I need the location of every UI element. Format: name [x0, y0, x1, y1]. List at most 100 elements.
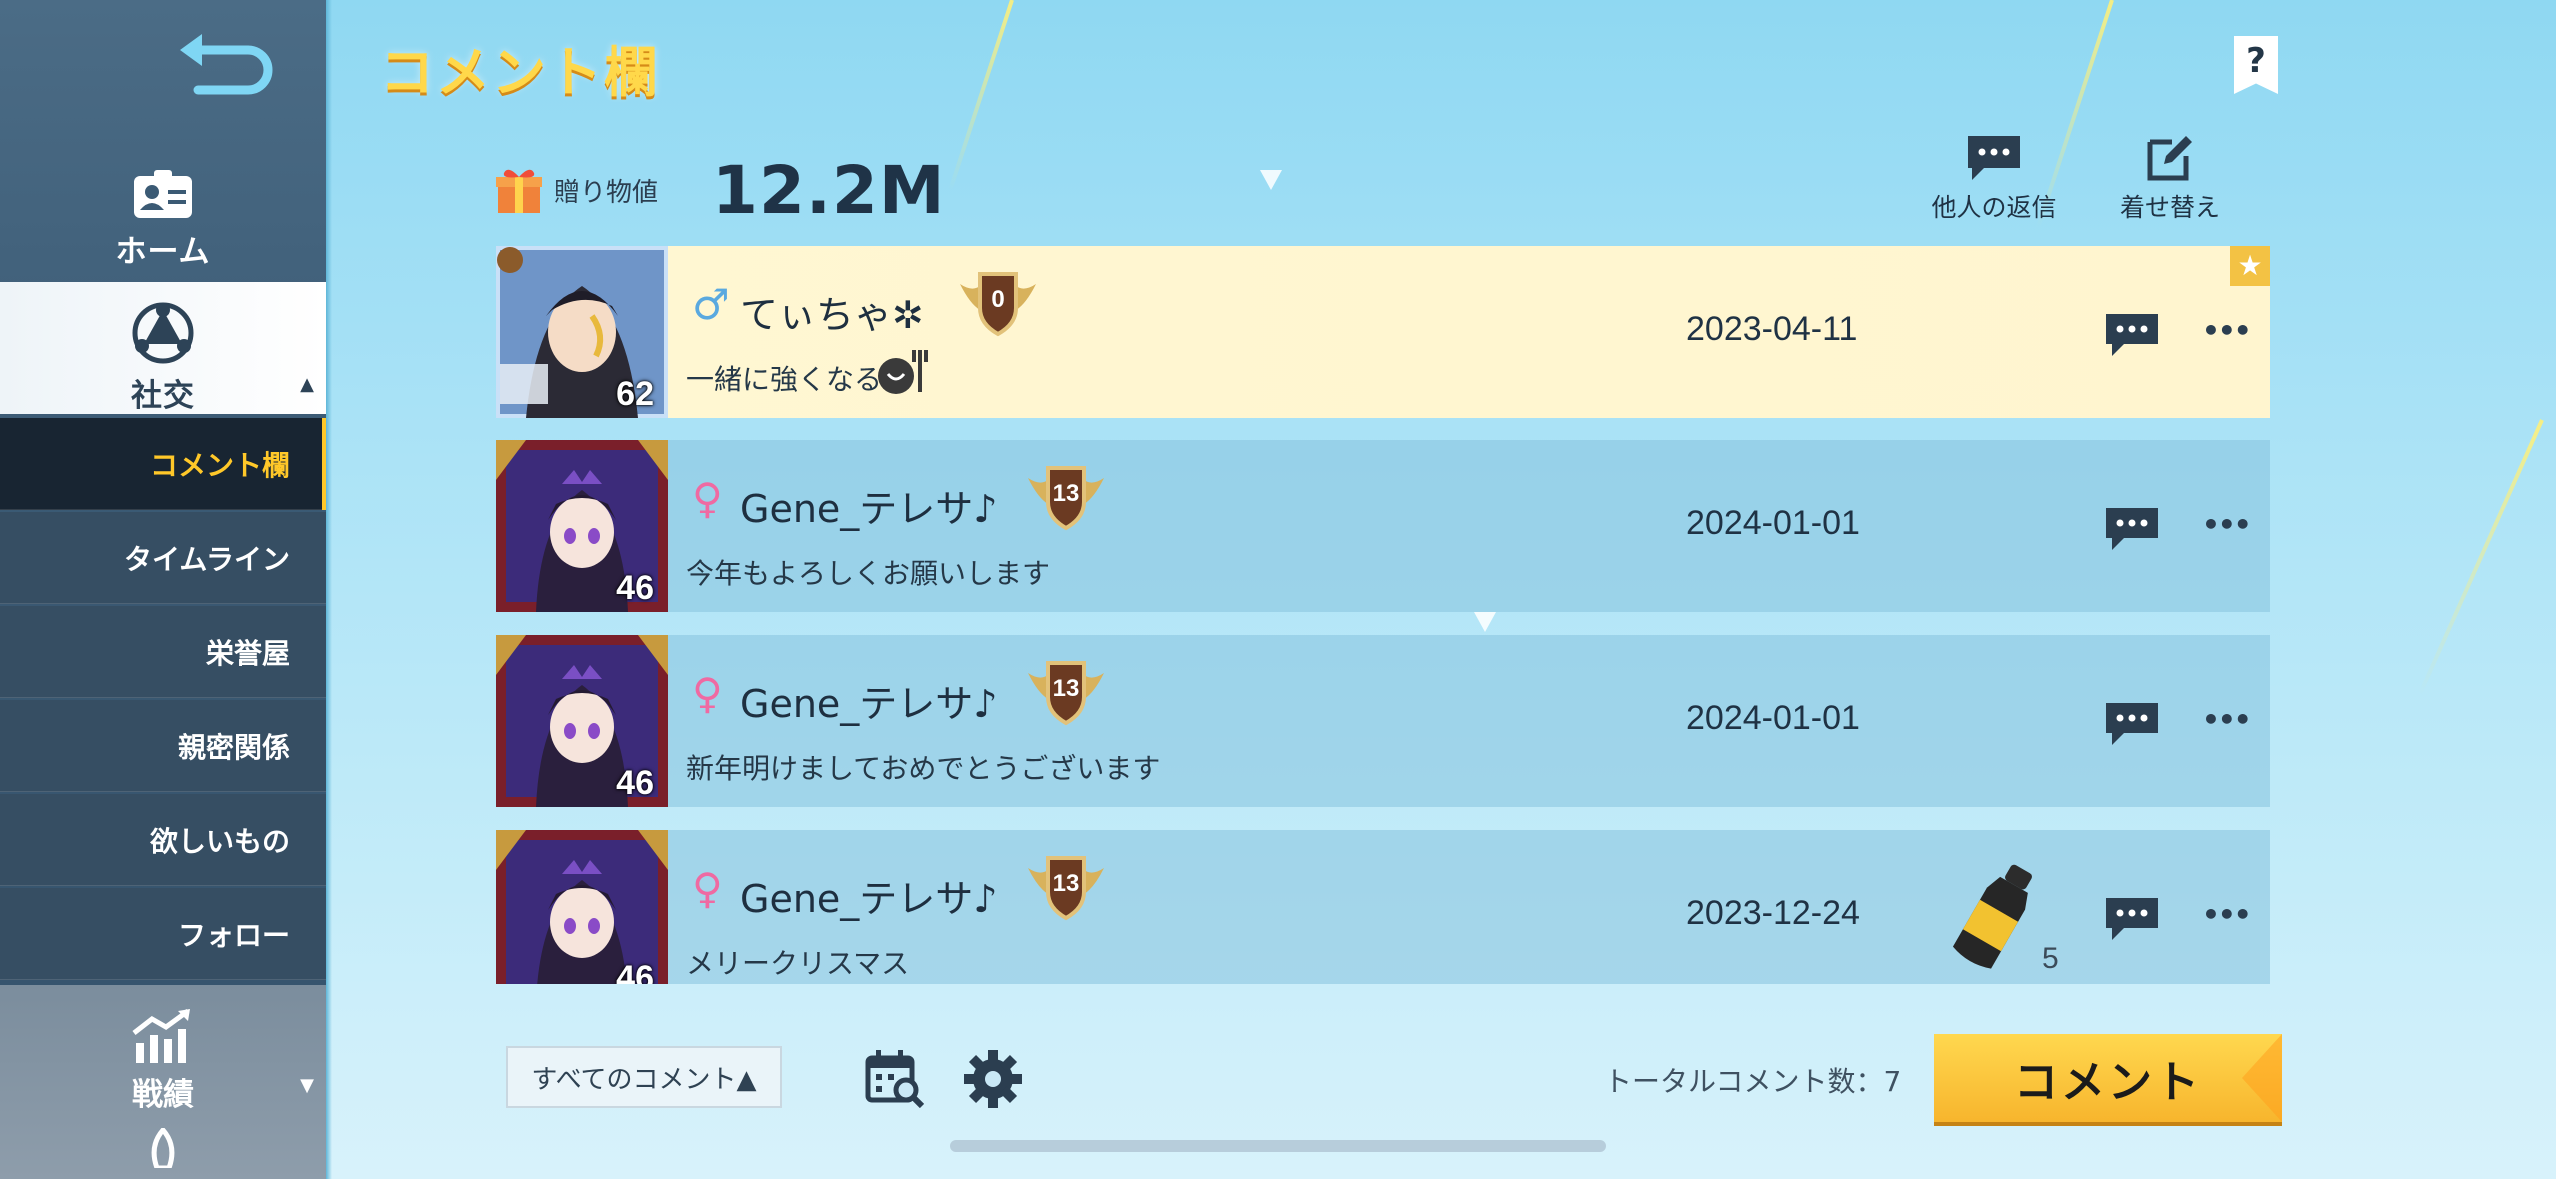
flame-icon: [151, 1126, 175, 1171]
caret-up-icon: ▲: [300, 374, 314, 395]
page-title: コメント欄: [380, 41, 660, 104]
caret-down-icon: ▼: [300, 1075, 314, 1096]
total-comment-count: トータルコメント数：7: [1604, 1065, 1902, 1098]
comment-text: メリークリスマス: [686, 947, 910, 980]
edit-icon: [2147, 136, 2192, 181]
female-icon: ♀: [692, 474, 723, 523]
comment-date: 2024-01-01: [1686, 504, 1860, 542]
chat-bubble-icon: [2106, 898, 2158, 940]
avatar[interactable]: 46: [496, 635, 668, 807]
sub-item-wishlist[interactable]: 欲しいもの: [0, 794, 326, 886]
comment-date: 2023-04-11: [1686, 310, 1858, 348]
nav-home-label: ホーム: [115, 234, 211, 270]
gift-count: 5: [2042, 942, 2059, 975]
rank-number: 13: [1052, 675, 1080, 702]
sub-item-label: 親密関係: [177, 730, 290, 764]
avatar[interactable]: 46: [496, 440, 668, 612]
rank-badge: 13: [1024, 462, 1108, 532]
sub-item-label: 欲しいもの: [149, 824, 290, 858]
username[interactable]: Gene_テレサ♪: [740, 868, 998, 923]
rank-badge: 13: [1024, 657, 1108, 727]
dress-up-label: 着せ替え: [2119, 193, 2220, 222]
decor-triangle: [1260, 170, 1282, 190]
username[interactable]: Gene_テレサ♪: [740, 478, 998, 533]
comment-filter-dropdown[interactable]: すべてのコメント▲: [506, 1046, 782, 1108]
avatar-level: 62: [616, 375, 654, 413]
sub-item-intimacy[interactable]: 親密関係: [0, 700, 326, 792]
sub-item-label: フォロー: [177, 918, 290, 952]
back-arrow-icon: [180, 34, 273, 95]
comment-date: 2024-01-01: [1686, 699, 1860, 737]
light-streak: [948, 0, 1014, 191]
comment-row[interactable]: 46 ♀ Gene_テレサ♪ 13 新年明けましておめでとうございます 2024…: [496, 635, 2270, 807]
avatar[interactable]: 62: [496, 246, 668, 418]
rank-number: 13: [1052, 480, 1080, 507]
female-icon: ♀: [692, 864, 723, 913]
nav-social-label: 社交: [131, 378, 195, 414]
others-replies-label: 他人の返信: [1931, 193, 2057, 222]
gear-icon: [964, 1050, 1022, 1108]
stats-chart-icon: [132, 1008, 190, 1063]
comment-list[interactable]: 62 ♂ てぃちゃ✲ 0 一緒に強くなる 2023-04-11 ••• ★ 46…: [496, 246, 2270, 984]
avatar-level: 46: [616, 764, 654, 802]
help-button[interactable]: ?: [2234, 36, 2278, 94]
chat-bubble-icon: [1968, 136, 2020, 180]
comment-text: 今年もよろしくお願いします: [686, 557, 1051, 590]
more-options-icon[interactable]: •••: [2202, 898, 2252, 931]
light-streak: [2418, 419, 2544, 695]
comment-row[interactable]: 46 ♀ Gene_テレサ♪ 13 メリークリスマス 2023-12-24 5: [496, 830, 2270, 984]
comment-text: 一緒に強くなる: [686, 363, 883, 396]
reply-button[interactable]: [2104, 506, 2160, 554]
nav-social[interactable]: 社交 ▲: [0, 282, 326, 414]
gift-item: [1946, 856, 2046, 976]
avatar-level: 46: [616, 569, 654, 607]
sub-item-timeline[interactable]: タイムライン: [0, 512, 326, 604]
avatar[interactable]: 46: [496, 830, 668, 984]
bomb-emoji-icon: [878, 350, 928, 394]
more-options-icon[interactable]: •••: [2202, 314, 2252, 347]
network-icon: [132, 302, 194, 364]
chat-bubble-icon: [2106, 314, 2158, 356]
gift-box-icon: [496, 169, 542, 213]
username[interactable]: てぃちゃ✲: [740, 284, 924, 339]
sub-item-label: 栄誉屋: [205, 636, 290, 670]
sub-item-label: コメント欄: [149, 448, 290, 482]
drink-bottle-icon: [1952, 864, 2032, 969]
username[interactable]: Gene_テレサ♪: [740, 673, 998, 728]
reply-button[interactable]: [2104, 701, 2160, 749]
reply-button[interactable]: [2104, 312, 2160, 360]
comment-text: 新年明けましておめでとうございます: [686, 752, 1161, 785]
gift-label: 贈り物値: [554, 177, 659, 208]
sub-item-comments[interactable]: コメント欄: [0, 418, 326, 510]
others-replies-button[interactable]: 他人の返信: [1924, 134, 2064, 224]
comment-row[interactable]: 46 ♀ Gene_テレサ♪ 13 今年もよろしくお願いします 2024-01-…: [496, 440, 2270, 612]
rank-badge: 0: [956, 268, 1040, 338]
dress-up-button[interactable]: 着せ替え: [2100, 134, 2240, 224]
calendar-search-icon: [865, 1050, 925, 1109]
scrollbar[interactable]: [950, 1140, 1606, 1152]
gift-value: 12.2M: [712, 151, 946, 229]
female-icon: ♀: [692, 669, 723, 718]
rank-number: 0: [991, 286, 1005, 313]
sub-item-follow[interactable]: フォロー: [0, 888, 326, 980]
post-comment-button[interactable]: コメント: [1934, 1034, 2282, 1122]
nav-record[interactable]: 戦績 ▼: [0, 985, 326, 1179]
male-icon: ♂: [692, 280, 730, 329]
rank-badge: 13: [1024, 852, 1108, 922]
comment-row[interactable]: 62 ♂ てぃちゃ✲ 0 一緒に強くなる 2023-04-11 ••• ★: [496, 246, 2270, 418]
chat-bubble-icon: [2106, 703, 2158, 745]
comment-date: 2023-12-24: [1686, 894, 1860, 932]
gift-value-row: 贈り物値 12.2M: [494, 150, 946, 230]
back-button[interactable]: [178, 28, 278, 100]
reply-button[interactable]: [2104, 896, 2160, 944]
nav-home[interactable]: ホーム: [0, 160, 326, 278]
sidebar: ホーム 社交 ▲ コメント欄 タイムライン 栄誉屋 親密関係 欲しいもの フォロ…: [0, 0, 326, 1179]
settings-button[interactable]: [962, 1048, 1024, 1110]
more-options-icon[interactable]: •••: [2202, 508, 2252, 541]
sub-item-label: タイムライン: [123, 542, 290, 576]
star-icon: ★: [2230, 246, 2270, 286]
more-options-icon[interactable]: •••: [2202, 703, 2252, 736]
calendar-search-button[interactable]: [864, 1048, 925, 1109]
sub-item-honor-shop[interactable]: 栄誉屋: [0, 606, 326, 698]
chat-bubble-icon: [2106, 508, 2158, 550]
